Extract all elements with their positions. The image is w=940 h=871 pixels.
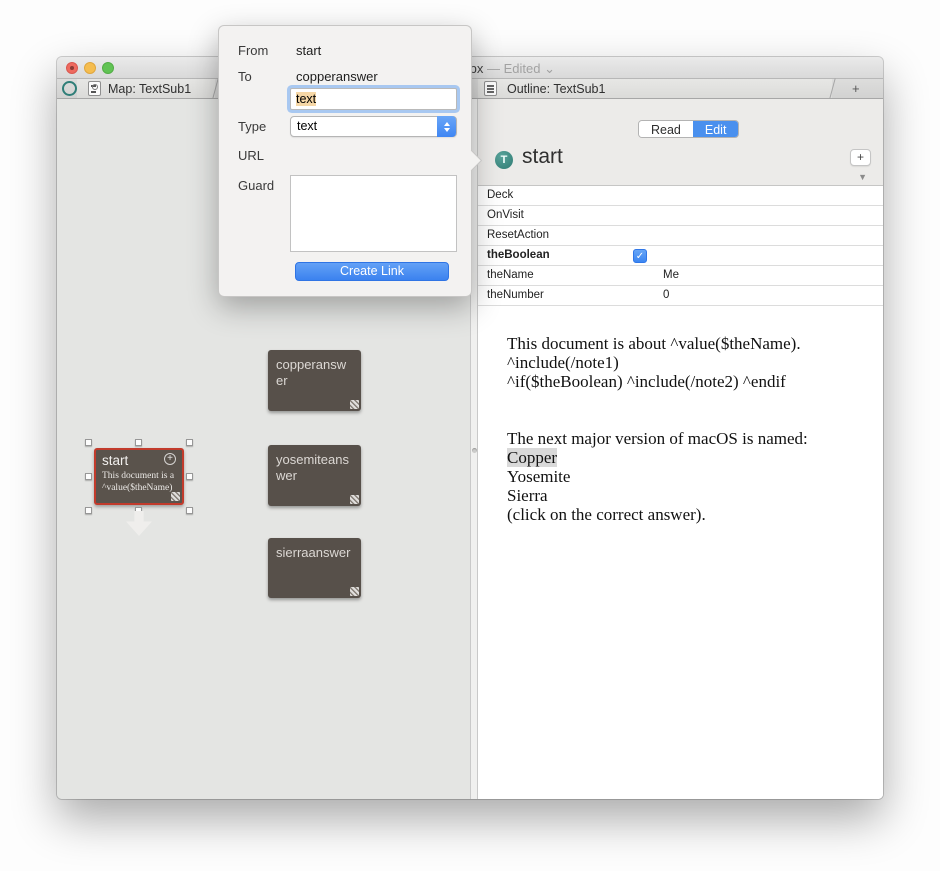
selection-handle[interactable] [186,439,193,446]
note-text-line: Copper [507,448,863,467]
selection-handle[interactable] [135,439,142,446]
minimize-button[interactable] [84,62,96,74]
read-button[interactable]: Read [639,121,693,137]
to-value: copperanswer [296,69,378,84]
map-node-start[interactable]: start + This document is a ^value($theNa… [94,448,184,505]
view-ring-icon[interactable] [62,81,77,96]
read-edit-segmented-control: Read Edit [638,120,739,138]
node-title: start [102,453,128,468]
window-title: tbx — Edited ⌄ [466,61,555,77]
attribute-key: Deck [487,189,513,201]
link-type-select[interactable]: text [290,116,457,137]
from-value: start [296,43,321,58]
url-label: URL [238,148,264,163]
close-button[interactable] [66,62,78,74]
create-link-button[interactable]: Create Link [295,262,449,281]
attribute-row-deck[interactable]: Deck [478,186,883,206]
link-anchor-copper[interactable]: Copper [507,448,557,467]
note-header: Read Edit T start + ▼ [478,99,883,186]
map-view-icon [88,81,101,96]
map-node-yosemiteanswer[interactable]: yosemiteanswer [268,445,361,506]
zoom-button[interactable] [102,62,114,74]
edit-button[interactable]: Edit [693,121,739,137]
add-attribute-button[interactable]: + [850,149,871,166]
selection-handle[interactable] [85,473,92,480]
attribute-key: OnVisit [487,209,524,221]
note-text-line: ^include(/note1) [507,353,863,372]
outline-tab-label[interactable]: Outline: TextSub1 [507,82,605,96]
selection-handle[interactable] [85,507,92,514]
map-node-sierraanswer[interactable]: sierraanswer [268,538,361,598]
type-label: Type [238,119,266,134]
note-text-line: The next major version of macOS is named… [507,429,863,448]
attribute-key: ResetAction [487,229,549,241]
link-type-value: text [297,119,317,133]
create-link-popover: From start To copperanswer text Type tex… [218,25,472,297]
attribute-key: theBoolean [487,249,550,261]
from-label: From [238,43,268,58]
map-node-copperanswer[interactable]: copperanswer [268,350,361,411]
attribute-key: theNumber [487,289,544,301]
window-title-status: Edited [504,61,541,76]
map-tab-label[interactable]: Map: TextSub1 [108,82,191,96]
note-pane: Read Edit T start + ▼ Deck OnVisit Re [478,99,883,799]
attribute-value[interactable]: 0 [663,289,669,301]
node-title: sierraanswer [276,545,350,560]
attribute-row-theboolean[interactable]: theBoolean ✓ [478,246,883,266]
window-title-dash: — [487,61,500,76]
dropdown-stepper-icon [437,116,456,137]
guard-label: Guard [238,178,274,193]
attribute-table: Deck OnVisit ResetAction theBoolean ✓ th… [478,186,883,306]
node-title: yosemiteanswer [276,452,349,483]
attribute-row-thename[interactable]: theName Me [478,266,883,286]
attribute-value[interactable]: Me [663,269,679,281]
selection-handle[interactable] [85,439,92,446]
note-text-line: ^if($theBoolean) ^include(/note2) ^endif [507,372,863,391]
note-text-line: (click on the correct answer). [507,505,863,524]
selection-handle[interactable] [186,473,193,480]
selected-text: text [296,92,316,106]
to-label: To [238,69,252,84]
text-flag-icon [350,400,359,409]
note-text-line: This document is about ^value($theName). [507,334,863,353]
title-chevron-icon[interactable]: ⌄ [544,61,555,76]
note-type-icon: T [495,151,513,169]
attribute-key: theName [487,269,534,281]
attribute-row-resetaction[interactable]: ResetAction [478,226,883,246]
guard-textarea[interactable] [290,175,457,252]
attribute-row-onvisit[interactable]: OnVisit [478,206,883,226]
splitter-handle[interactable] [472,448,477,453]
collapse-attributes-icon[interactable]: ▼ [858,172,867,182]
node-body-text: This document is a ^value($theName) [102,470,176,495]
selection-handle[interactable] [186,507,193,514]
text-flag-icon [350,495,359,504]
blank-lines [507,391,863,429]
theboolean-checkbox[interactable]: ✓ [633,249,647,263]
add-tab-button[interactable]: + [852,81,860,96]
note-text-editor[interactable]: This document is about ^value($theName).… [478,307,883,799]
node-add-link-icon[interactable]: + [164,453,176,465]
node-title: copperanswer [276,357,346,388]
note-title[interactable]: start [522,145,563,169]
note-text-line: Yosemite [507,467,863,486]
note-text-line: Sierra [507,486,863,505]
text-flag-icon [171,492,180,501]
link-name-input[interactable]: text [290,88,457,110]
text-flag-icon [350,587,359,596]
attribute-row-thenumber[interactable]: theNumber 0 [478,286,883,306]
link-drag-arrow-icon[interactable] [126,511,152,536]
outline-view-icon [484,81,497,96]
